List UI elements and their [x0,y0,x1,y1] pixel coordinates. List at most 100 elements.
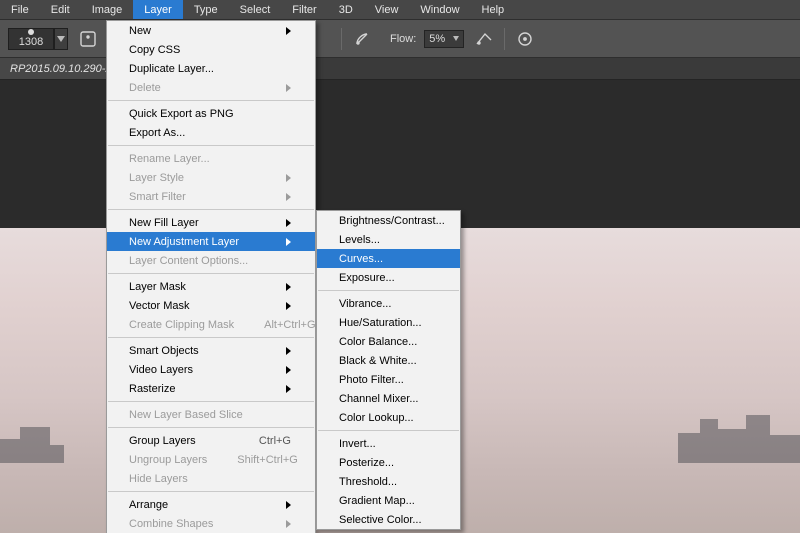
layer-menu-item-new-adjustment-layer[interactable]: New Adjustment Layer [107,232,315,251]
submenu-arrow-icon [286,501,291,509]
menu-item-label: Export As... [129,127,185,139]
menu-3d[interactable]: 3D [328,0,364,19]
adjustment-menu-item-exposure[interactable]: Exposure... [317,268,460,287]
adjustment-menu-item-curves[interactable]: Curves... [317,249,460,268]
submenu-arrow-icon [286,366,291,374]
layer-menu-item-new[interactable]: New [107,21,315,40]
adjustment-menu-item-black-white[interactable]: Black & White... [317,351,460,370]
submenu-arrow-icon [286,219,291,227]
layer-menu-item-delete: Delete [107,78,315,97]
menu-select[interactable]: Select [229,0,282,19]
layer-menu-item-vector-mask[interactable]: Vector Mask [107,296,315,315]
layer-menu-item-export-as[interactable]: Export As... [107,123,315,142]
adjustment-menu-item-threshold[interactable]: Threshold... [317,472,460,491]
menu-item-label: Hide Layers [129,473,188,485]
submenu-arrow-icon [286,385,291,393]
adjustment-menu-item-color-lookup[interactable]: Color Lookup... [317,408,460,427]
menu-item-label: Layer Mask [129,281,186,293]
submenu-arrow-icon [286,84,291,92]
menu-item-label: Smart Objects [129,345,199,357]
new-adjustment-layer-submenu[interactable]: Brightness/Contrast...Levels... Curves...… [316,210,461,530]
menu-image[interactable]: Image [81,0,134,19]
menu-view[interactable]: View [364,0,410,19]
layer-menu-item-group-layers[interactable]: Group LayersCtrl+G [107,431,315,450]
layer-menu-item-new-fill-layer[interactable]: New Fill Layer [107,213,315,232]
layer-menu-item-video-layers[interactable]: Video Layers [107,360,315,379]
menu-item-label: Group Layers [129,435,196,447]
menu-item-label: New [129,25,151,37]
flow-field[interactable]: 5% [424,30,464,48]
menu-item-label: Color Balance... [339,336,417,348]
layer-menu-item-quick-export-as-png[interactable]: Quick Export as PNG [107,104,315,123]
adjustment-menu-item-channel-mixer[interactable]: Channel Mixer... [317,389,460,408]
menu-item-label: New Fill Layer [129,217,199,229]
separator [341,28,342,50]
menu-item-label: Ungroup Layers [129,454,207,466]
layer-menu-item-smart-filter: Smart Filter [107,187,315,206]
menu-type[interactable]: Type [183,0,229,19]
layer-menu-item-copy-css[interactable]: Copy CSS [107,40,315,59]
adjustment-menu-item-color-balance[interactable]: Color Balance... [317,332,460,351]
adjustment-menu-item-photo-filter[interactable]: Photo Filter... [317,370,460,389]
menu-item-label: Smart Filter [129,191,186,203]
layer-menu-item-smart-objects[interactable]: Smart Objects [107,341,315,360]
submenu-arrow-icon [286,302,291,310]
menu-help[interactable]: Help [471,0,516,19]
brush-preset-picker[interactable]: 1308 [8,28,68,50]
flow-label: Flow: [390,33,416,45]
menu-item-label: Channel Mixer... [339,393,418,405]
menu-file[interactable]: File [0,0,40,19]
layer-menu-item-arrange[interactable]: Arrange [107,495,315,514]
menu-item-label: Invert... [339,438,376,450]
menu-item-label: Quick Export as PNG [129,108,234,120]
menu-item-label: Duplicate Layer... [129,63,214,75]
menu-item-label: Rename Layer... [129,153,210,165]
menu-item-label: Color Lookup... [339,412,414,424]
brush-panel-icon[interactable] [76,27,100,51]
layer-menu-item-layer-mask[interactable]: Layer Mask [107,277,315,296]
menu-item-label: Selective Color... [339,514,422,526]
submenu-arrow-icon [286,283,291,291]
separator [504,28,505,50]
menu-item-label: Exposure... [339,272,395,284]
menu-item-label: Delete [129,82,161,94]
submenu-arrow-icon [286,27,291,35]
adjustment-menu-item-gradient-map[interactable]: Gradient Map... [317,491,460,510]
menu-item-label: Combine Shapes [129,518,213,530]
menu-item-label: New Layer Based Slice [129,409,243,421]
brush-preview: 1308 [8,28,54,50]
menu-window[interactable]: Window [409,0,470,19]
flow-value: 5% [429,31,445,47]
menubar[interactable]: FileEditImageLayerTypeSelectFilter3DView… [0,0,800,20]
airbrush-icon[interactable] [350,27,374,51]
brush-size-value: 1308 [19,36,43,48]
menu-filter[interactable]: Filter [281,0,327,19]
chevron-down-icon[interactable] [54,28,68,50]
menu-item-label: Threshold... [339,476,397,488]
menu-item-shortcut: Shift+Ctrl+G [237,454,298,466]
menu-item-label: Copy CSS [129,44,180,56]
target-icon[interactable] [513,27,537,51]
layer-menu[interactable]: New Copy CSS Duplicate Layer... Delete Quick… [106,20,316,533]
adjustment-menu-item-hue-saturation[interactable]: Hue/Saturation... [317,313,460,332]
menu-item-label: Layer Style [129,172,184,184]
menu-item-label: Curves... [339,253,383,265]
submenu-arrow-icon [286,347,291,355]
menu-item-label: New Adjustment Layer [129,236,239,248]
adjustment-menu-item-brightness-contrast[interactable]: Brightness/Contrast... [317,211,460,230]
layer-menu-item-rasterize[interactable]: Rasterize [107,379,315,398]
layer-menu-item-duplicate-layer[interactable]: Duplicate Layer... [107,59,315,78]
layer-menu-item-ungroup-layers: Ungroup Layers Shift+Ctrl+G [107,450,315,469]
menu-edit[interactable]: Edit [40,0,81,19]
adjustment-menu-item-selective-color[interactable]: Selective Color... [317,510,460,529]
pressure-opacity-icon[interactable] [472,27,496,51]
layer-menu-item-layer-content-options: Layer Content Options... [107,251,315,270]
adjustment-menu-item-posterize[interactable]: Posterize... [317,453,460,472]
menu-item-label: Create Clipping Mask [129,319,234,331]
adjustment-menu-item-vibrance[interactable]: Vibrance... [317,294,460,313]
adjustment-menu-item-invert[interactable]: Invert... [317,434,460,453]
menu-item-label: Layer Content Options... [129,255,248,267]
menu-layer[interactable]: Layer [133,0,183,19]
menu-item-label: Hue/Saturation... [339,317,422,329]
adjustment-menu-item-levels[interactable]: Levels... [317,230,460,249]
